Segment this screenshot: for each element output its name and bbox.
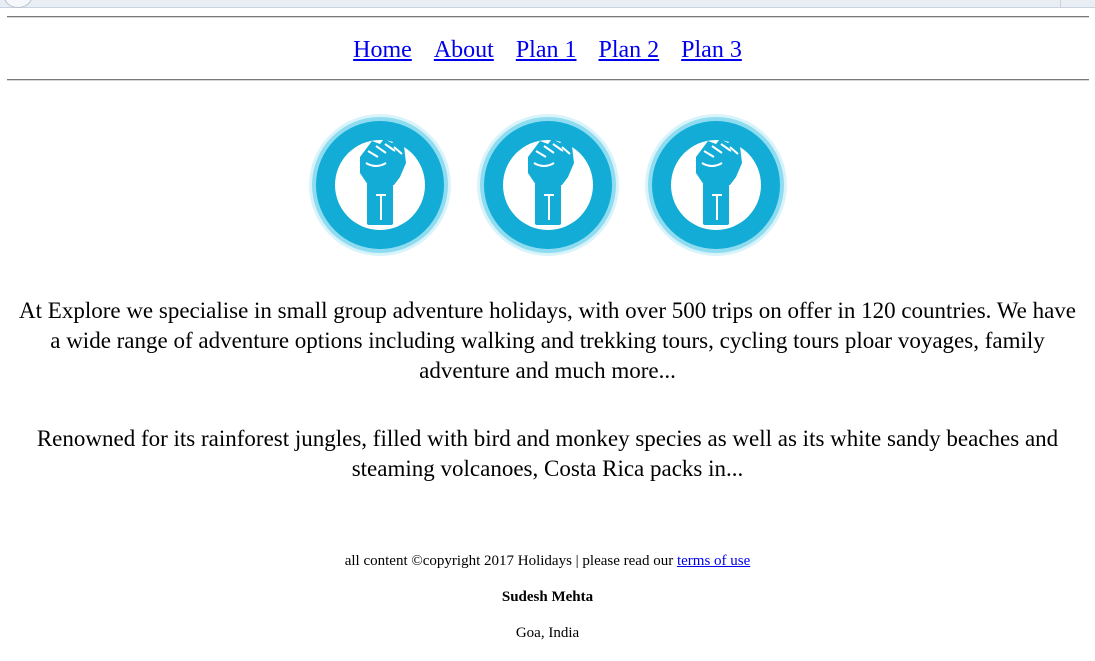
nav-link-plan-3[interactable]: Plan 3 (681, 37, 742, 63)
intro-paragraph: At Explore we specialise in small group … (19, 298, 1076, 383)
icon-row (0, 113, 1095, 257)
nav-bottom-divider (7, 79, 1089, 81)
raised-fist-icon (306, 113, 454, 257)
copyright-text: all content ©copyright 2017 Holidays | p… (344, 553, 677, 569)
raised-fist-icon (642, 113, 790, 257)
browser-chrome-strip (0, 0, 1095, 8)
nav-link-home[interactable]: Home (353, 37, 412, 63)
main-content: At Explore we specialise in small group … (0, 296, 1095, 484)
nav-link-plan-1[interactable]: Plan 1 (516, 37, 577, 63)
costa-rica-paragraph: Renowned for its rainforest jungles, fil… (36, 426, 1059, 481)
author-name: Sudesh Mehta (501, 589, 594, 605)
nav-link-plan-2[interactable]: Plan 2 (598, 37, 659, 63)
author-location: Goa, India (515, 625, 580, 641)
page-footer: all content ©copyright 2017 Holidays | p… (0, 551, 1095, 643)
nav-link-about[interactable]: About (434, 37, 494, 63)
copyright-line: all content ©copyright 2017 Holidays | p… (0, 551, 1095, 571)
main-navigation: Home About Plan 1 Plan 2 Plan 3 (0, 34, 1095, 66)
raised-fist-icon (474, 113, 622, 257)
top-divider (7, 16, 1089, 18)
browser-back-button[interactable] (4, 0, 32, 8)
browser-scrollbar-edge (1060, 0, 1091, 7)
terms-of-use-link[interactable]: terms of use (677, 553, 750, 569)
